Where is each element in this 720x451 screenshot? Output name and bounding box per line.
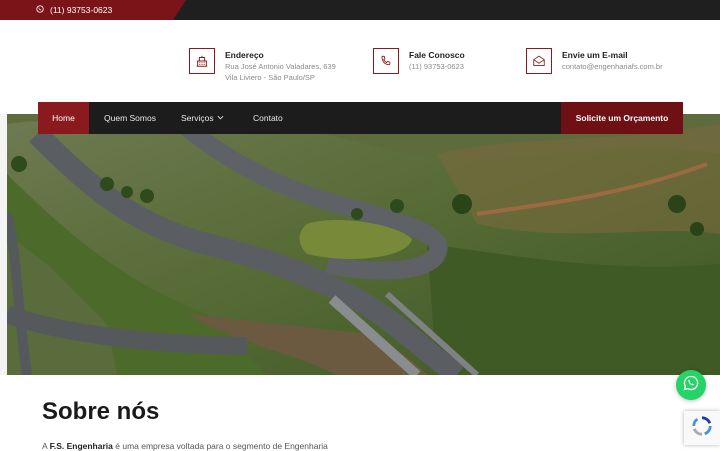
recaptcha-icon	[691, 415, 713, 442]
about-title: Sobre nós	[42, 398, 160, 425]
phone-info[interactable]: Fale Conosco (11) 93753-0623	[373, 48, 465, 74]
nav-item-quem-somos[interactable]: Quem Somos	[104, 102, 156, 134]
hero-left-margin	[0, 114, 7, 375]
address-info: Endereço Rua José Antonio Valadares, 639…	[189, 48, 336, 83]
whatsapp-icon	[683, 375, 699, 396]
nav-item-contato[interactable]: Contato	[253, 102, 283, 134]
phone-title: Fale Conosco	[409, 50, 465, 60]
whatsapp-float-button[interactable]	[676, 370, 706, 400]
chevron-down-icon	[217, 113, 224, 123]
mail-title: Envie um E-mail	[562, 50, 628, 60]
nav-item-servicos[interactable]: Serviços	[181, 102, 224, 134]
phone-icon	[373, 48, 399, 74]
address-title: Endereço	[225, 50, 264, 60]
top-bar-phone-text: (11) 93753-0623	[50, 5, 113, 15]
hero-image	[7, 114, 720, 375]
top-bar-phone[interactable]: (11) 93753-0623	[36, 3, 112, 17]
whatsapp-icon	[36, 5, 44, 15]
mail-address: contato@engenhariafs.com.br	[562, 62, 663, 71]
nav-item-servicos-label: Serviços	[181, 113, 214, 123]
mail-info[interactable]: Envie um E-mail contato@engenhariafs.com…	[526, 48, 663, 74]
address-line-2: Vila Liviero - São Paulo/SP	[225, 73, 315, 82]
nav-item-home[interactable]: Home	[38, 102, 89, 134]
recaptcha-badge[interactable]	[684, 411, 720, 445]
envelope-icon	[526, 48, 552, 74]
building-icon	[189, 48, 215, 74]
top-bar: (11) 93753-0623	[0, 0, 720, 20]
request-quote-button[interactable]: Solicite um Orçamento	[561, 102, 683, 134]
phone-number: (11) 93753-0623	[409, 62, 464, 71]
address-line-1: Rua José Antonio Valadares, 639	[225, 62, 336, 71]
